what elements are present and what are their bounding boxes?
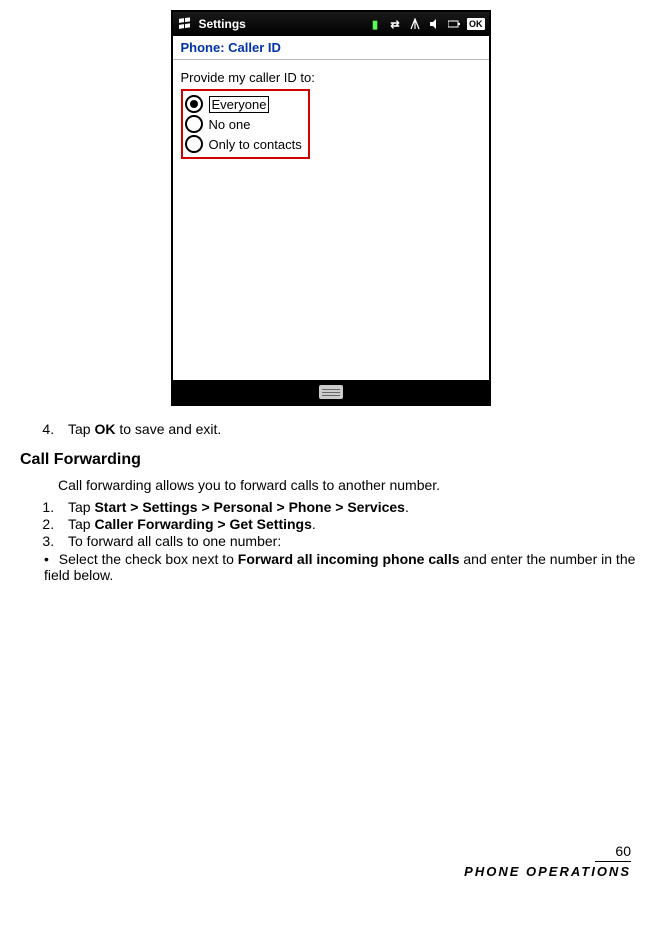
- connectivity-icon: ⇄: [387, 16, 403, 32]
- step-text: .: [312, 516, 316, 532]
- ok-button[interactable]: OK: [467, 18, 485, 30]
- footer-rule: [595, 861, 631, 862]
- steps-list: Tap Start > Settings > Personal > Phone …: [20, 499, 641, 549]
- step-item: To forward all calls to one number:: [58, 533, 641, 549]
- step-text: Tap: [68, 421, 94, 437]
- step-4: Tap OK to save and exit.: [58, 421, 641, 437]
- page-footer: 60 Phone Operations: [20, 843, 641, 879]
- radio-icon[interactable]: [185, 115, 203, 133]
- radio-icon[interactable]: [185, 135, 203, 153]
- step-text: To forward all calls to one number:: [68, 533, 281, 549]
- bullet-item: Select the check box next to Forward all…: [44, 551, 641, 583]
- prompt-text: Provide my caller ID to:: [181, 70, 481, 85]
- bullet-bold: Forward all incoming phone calls: [238, 551, 460, 567]
- radio-label: Everyone: [209, 96, 270, 113]
- bottombar: [173, 380, 489, 404]
- step-text: Tap: [68, 499, 94, 515]
- footer-section: Phone Operations: [20, 864, 631, 879]
- bullet-text: Select the check box next to: [59, 551, 238, 567]
- intro-text: Call forwarding allows you to forward ca…: [58, 477, 641, 493]
- step-text: .: [405, 499, 409, 515]
- radio-label: No one: [209, 117, 251, 132]
- radio-group-highlight: Everyone No one Only to contacts: [181, 89, 310, 159]
- keyboard-icon[interactable]: [319, 385, 343, 399]
- step-item: Tap Caller Forwarding > Get Settings.: [58, 516, 641, 532]
- steps-continued: Tap OK to save and exit.: [20, 421, 641, 437]
- titlebar: Settings ▮ ⇄ OK: [173, 12, 489, 36]
- step-text: Tap: [68, 516, 94, 532]
- step-bold: Caller Forwarding > Get Settings: [94, 516, 311, 532]
- device-screenshot: Settings ▮ ⇄ OK Phone: Caller ID Provide…: [171, 10, 491, 406]
- radio-label: Only to contacts: [209, 137, 302, 152]
- step-text: to save and exit.: [115, 421, 221, 437]
- radio-option[interactable]: Only to contacts: [185, 135, 302, 153]
- content-area: Provide my caller ID to: Everyone No one O…: [173, 60, 489, 380]
- screen-subheader: Phone: Caller ID: [173, 36, 489, 60]
- titlebar-title: Settings: [199, 17, 246, 31]
- signal-icon: [407, 16, 423, 32]
- battery-icon: ▮: [367, 16, 383, 32]
- windows-start-icon[interactable]: [177, 16, 193, 32]
- radio-option[interactable]: No one: [185, 115, 302, 133]
- step-item: Tap Start > Settings > Personal > Phone …: [58, 499, 641, 515]
- radio-icon[interactable]: [185, 95, 203, 113]
- power-icon: [447, 16, 463, 32]
- page-number: 60: [20, 843, 631, 859]
- step-bold: Start > Settings > Personal > Phone > Se…: [94, 499, 404, 515]
- step-bold: OK: [94, 421, 115, 437]
- radio-option[interactable]: Everyone: [185, 95, 302, 113]
- section-heading: Call Forwarding: [20, 451, 641, 469]
- volume-icon: [427, 16, 443, 32]
- bullet-list: Select the check box next to Forward all…: [20, 551, 641, 583]
